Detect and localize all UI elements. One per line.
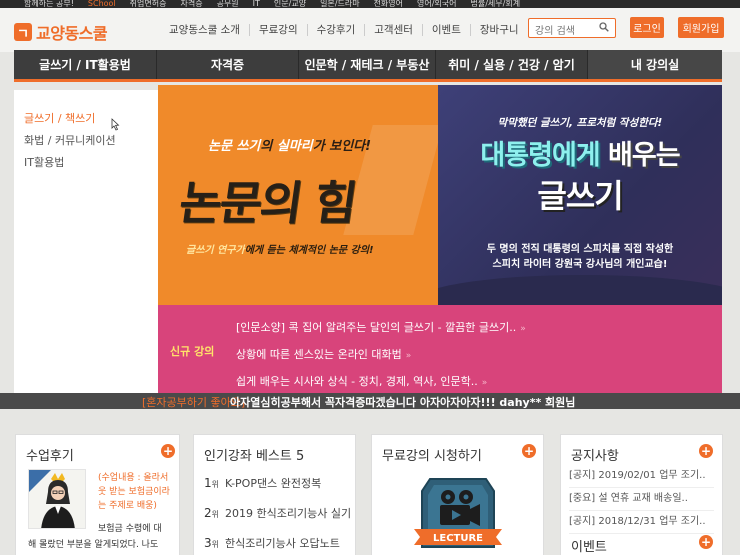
top-strip-item[interactable]: 일본/드라마 xyxy=(320,0,360,8)
best-course-item[interactable]: 1위 K-POP댄스 완전정복 xyxy=(204,469,351,499)
arrow-icon: » xyxy=(520,324,526,334)
top-strip-item[interactable]: 전화영어 xyxy=(374,0,403,8)
event-title[interactable]: 이벤트 xyxy=(571,536,607,555)
nav-support[interactable]: 고객센터 xyxy=(365,24,423,36)
category-humanities[interactable]: 인문학 / 재테크 / 부동산 xyxy=(299,50,436,79)
banner-thesis-title: 논문의 힘 xyxy=(175,176,359,230)
banner-thesis[interactable]: 논문 쓰기의 실마리가 보인다! 논문의 힘 글쓰기 연구가에게 듣는 체계적인… xyxy=(158,85,438,305)
best-course-item[interactable]: 3위 한식조리기능사 오답노트 xyxy=(204,529,351,555)
plus-icon[interactable]: + xyxy=(161,444,175,458)
submenu-writing[interactable]: 글쓰기 / 책쓰기 xyxy=(24,108,158,130)
new-courses: 신규 강의 [인문소양] 콕 집어 알려주는 달인의 글쓰기 - 깔끔한 글쓰기… xyxy=(158,305,722,396)
submenu-speech[interactable]: 화법 / 커뮤니케이션 xyxy=(24,130,158,152)
notice-item[interactable]: [공지] 2018/12/31 업무 조기.. xyxy=(569,511,714,534)
card-notices: 공지사항 + [공지] 2019/02/01 업무 조기.. [중요] 설 연휴… xyxy=(560,434,723,555)
new-course-item[interactable]: [인문소양] 콕 집어 알려주는 달인의 글쓰기 - 깔끔한 글쓰기..» xyxy=(236,315,526,342)
nav-about[interactable]: 교양동스쿨 소개 xyxy=(160,24,250,36)
plus-icon[interactable]: + xyxy=(522,444,536,458)
search-input[interactable] xyxy=(529,22,595,41)
film-camera-icon: LECTURE xyxy=(414,478,502,548)
ticker-text: 아자열심히공부해서 꼭자격증따겠습니다 아자아자아자!!! dahy** 회원님 xyxy=(230,396,576,409)
new-courses-list: [인문소양] 콕 집어 알려주는 달인의 글쓰기 - 깔끔한 글쓰기..» 상황… xyxy=(236,315,526,396)
login-button[interactable]: 로그인 xyxy=(630,17,664,38)
card-free-title: 무료강의 시청하기 xyxy=(382,449,482,464)
submenu: 글쓰기 / 책쓰기 화법 / 커뮤니케이션 IT활용법 xyxy=(14,90,158,396)
card-best-courses: 인기강좌 베스트 5 1위 K-POP댄스 완전정복 2위 2019 한식조리기능사… xyxy=(193,434,356,555)
category-certificate[interactable]: 자격증 xyxy=(157,50,299,79)
banner-president-tagline: 막막했던 글쓰기, 프로처럼 작성한다! xyxy=(497,117,663,129)
plus-icon[interactable]: + xyxy=(699,535,713,549)
banner-president-desc: 두 명의 전직 대통령의 스피치를 직접 작성한 스피치 라이터 강원국 강사님… xyxy=(486,244,674,270)
category-bar: 글쓰기 / IT활용법 자격증 인문학 / 재테크 / 부동산 취미 / 실용 … xyxy=(14,50,722,82)
card-free-lectures: 무료강의 시청하기 + LECTURE xyxy=(371,434,544,555)
best-course-list: 1위 K-POP댄스 완전정복 2위 2019 한식조리기능사 실기 3위 한식조리기… xyxy=(204,469,351,555)
logo[interactable]: ㄱ 교양동스쿨 xyxy=(14,20,108,44)
notice-item[interactable]: [중요] 설 연휴 교재 배송일.. xyxy=(569,488,714,511)
category-hobby[interactable]: 취미 / 실용 / 건강 / 암기 xyxy=(436,50,588,79)
header: ㄱ 교양동스쿨 교양동스쿨 소개 무료강의 수강후기 고객센터 이벤트 장바구니… xyxy=(0,8,740,52)
card-notice-title: 공지사항 xyxy=(571,449,619,464)
lecture-badge[interactable]: LECTURE xyxy=(412,471,504,555)
card-reviews: 수업후기 + (수업내용 : 올라서 웃 받는 보험금이라는 주제로 배웅) 보… xyxy=(15,434,180,555)
banner-president-writing[interactable]: 막막했던 글쓰기, 프로처럼 작성한다! 대통령에게 배우는 글쓰기 두 명의 … xyxy=(438,85,722,305)
top-strip-item[interactable]: 법률/세무/회계 xyxy=(471,0,521,8)
banner-hill xyxy=(438,275,722,305)
join-button[interactable]: 회원가입 xyxy=(678,17,724,38)
nav-free-lectures[interactable]: 무료강의 xyxy=(250,24,308,36)
banner-president-title: 대통령에게 배우는 xyxy=(480,140,680,171)
top-strip-item[interactable]: 영어/외국어 xyxy=(417,0,457,8)
banner-thesis-tag: 논문 쓰기의 실마리가 보인다! xyxy=(208,139,372,154)
banner-thesis-subtitle: 글쓰기 연구가에게 듣는 체계적인 논문 강의! xyxy=(186,245,374,256)
notice-item[interactable]: [공지] 2019/02/01 업무 조기.. xyxy=(569,465,714,488)
review-body[interactable]: 보험금 수령에 대 해 몰랐던 부분을 알게되었다. 나도 xyxy=(28,521,178,553)
search-icon[interactable] xyxy=(599,22,609,32)
top-strip-item[interactable]: SChool xyxy=(88,0,116,8)
new-courses-label: 신규 강의 xyxy=(170,345,215,358)
top-strip-item[interactable]: 취업면허증 xyxy=(130,0,167,8)
banner-president-title2: 글쓰기 xyxy=(537,177,623,215)
top-strip-item[interactable]: 공무원 xyxy=(217,0,239,8)
cursor-icon xyxy=(111,118,120,131)
notice-list: [공지] 2019/02/01 업무 조기.. [중요] 설 연휴 교재 배송일… xyxy=(569,465,714,534)
plus-icon[interactable]: + xyxy=(699,444,713,458)
card-reviews-title: 수업후기 xyxy=(26,449,74,464)
new-course-item[interactable]: 쉽게 배우는 시사와 상식 - 정치, 경제, 역사, 인문학..» xyxy=(236,369,526,396)
search-box xyxy=(528,18,616,41)
top-strip: 함께하는 공부! SChool 취업면허증 자격증 공무원 IT 인문/교양 일본/드라마 전화… xyxy=(0,0,740,8)
nav-reviews[interactable]: 수강후기 xyxy=(308,24,366,36)
top-nav: 교양동스쿨 소개 무료강의 수강후기 고객센터 이벤트 장바구니 xyxy=(160,24,528,36)
arrow-icon: » xyxy=(481,378,488,388)
category-writing-it[interactable]: 글쓰기 / IT활용법 xyxy=(14,50,157,79)
submenu-it[interactable]: IT활용법 xyxy=(24,152,158,174)
top-strip-item[interactable]: 인문/교양 xyxy=(274,0,306,8)
category-my-classroom[interactable]: 내 강의실 xyxy=(588,50,722,79)
top-strip-item[interactable]: 자격증 xyxy=(180,0,202,8)
avatar xyxy=(28,469,86,529)
top-strip-item[interactable]: IT xyxy=(253,0,260,8)
logo-icon: ㄱ xyxy=(14,23,32,42)
lecture-badge-text: LECTURE xyxy=(433,533,483,544)
logo-text: 교양동스쿨 xyxy=(36,24,108,43)
top-strip-item[interactable]: 함께하는 공부! xyxy=(24,0,74,8)
review-course-label: (수업내용 : 올라서 웃 받는 보험금이라는 주제로 배웅) xyxy=(98,473,170,511)
best-course-item[interactable]: 2위 2019 한식조리기능사 실기 xyxy=(204,499,351,529)
card-best-title: 인기강좌 베스트 5 xyxy=(204,449,305,464)
nav-cart[interactable]: 장바구니 xyxy=(471,24,528,36)
nav-events[interactable]: 이벤트 xyxy=(423,24,471,36)
new-course-item[interactable]: 상황에 따른 센스있는 온라인 대화법» xyxy=(236,342,526,369)
review-ticker[interactable]: [혼자공부하기 좋아요] 아자열심히공부해서 꼭자격증따겠습니다 아자아자아자!… xyxy=(0,393,740,409)
arrow-icon: » xyxy=(405,351,412,361)
